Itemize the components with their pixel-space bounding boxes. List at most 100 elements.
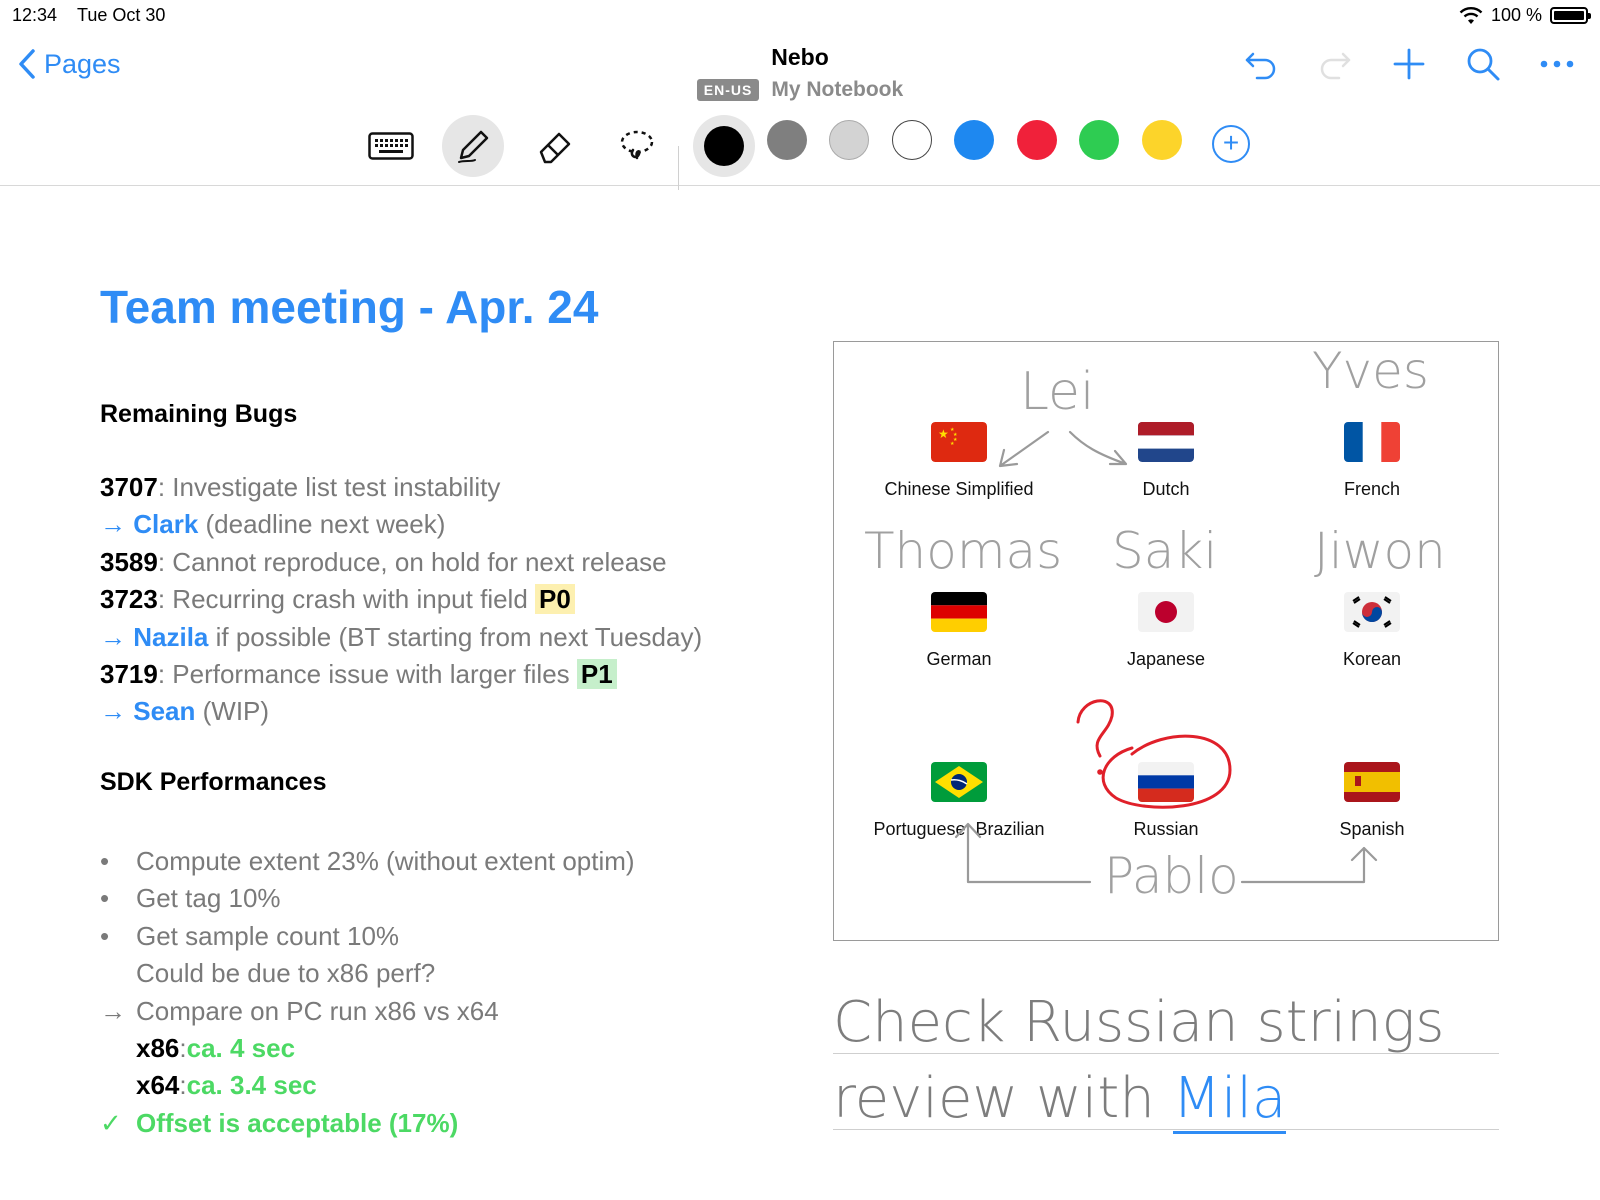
status-bar: 12:34 Tue Oct 30 100 % (0, 0, 1600, 30)
undo-button[interactable] (1238, 44, 1284, 84)
pen-icon (458, 130, 489, 163)
language-label: Russian (1133, 819, 1199, 839)
color-swatch[interactable] (766, 120, 807, 160)
assignee-text: if possible (BT starting from next Tuesd… (208, 621, 703, 652)
bullet: • (100, 883, 110, 914)
result-text: Offset is acceptable (17%) (136, 1107, 459, 1138)
korea-flag-icon (1344, 592, 1400, 632)
x64-value: ca. 3.4 sec (186, 1070, 317, 1101)
assignee-name: Nazila (133, 621, 209, 652)
list-item[interactable]: x86: ca. 4 sec (100, 1030, 635, 1067)
language-item: Korean (1262, 592, 1482, 670)
add-color-button[interactable]: + (1212, 125, 1250, 163)
nav-actions (1238, 44, 1580, 84)
more-button[interactable] (1534, 44, 1580, 84)
handwritten-name: Jiwon (1314, 522, 1446, 580)
assignee-name: Sean (133, 696, 196, 727)
svg-text:★: ★ (950, 441, 955, 447)
arrow-icon: → (100, 621, 126, 652)
language-label: Portuguese, Brazilian (873, 819, 1045, 839)
language-item: ★ ★ ★ ★ ★ Chinese Simplified (849, 422, 1069, 500)
list-item[interactable]: • Get sample count 10% (100, 918, 635, 955)
bug-line[interactable]: 3723: Recurring crash with input field P… (100, 581, 702, 618)
handwritten-name: Saki (1112, 522, 1218, 580)
eraser-tool[interactable] (524, 115, 586, 177)
wifi-icon (1459, 6, 1483, 24)
handwritten-name: Lei (1020, 362, 1095, 422)
keyboard-icon (368, 132, 414, 160)
language-item: Russian (1056, 762, 1276, 840)
arrow-icon: → (100, 696, 126, 727)
search-button[interactable] (1460, 44, 1506, 84)
china-flag-icon: ★ ★★★★ (931, 422, 987, 462)
color-swatch[interactable] (1016, 120, 1057, 160)
language-item: Japanese (1056, 592, 1276, 670)
list-item-text: Get sample count 10% (136, 920, 400, 951)
color-swatch[interactable] (693, 115, 755, 177)
color-swatch[interactable] (1079, 120, 1119, 160)
list-item[interactable]: Could be due to x86 perf? (100, 955, 635, 992)
handwritten-line-1: Check Russian strings (833, 990, 1445, 1055)
keyboard-tool[interactable] (360, 115, 422, 177)
status-date: Tue Oct 30 (77, 5, 166, 25)
redo-icon (1320, 52, 1351, 80)
sdk-list: • Compute extent 23% (without extent opti… (100, 843, 635, 1142)
check-icon: ✓ (100, 1107, 122, 1138)
note-text: Could be due to x86 perf? (136, 958, 436, 989)
search-icon (1467, 48, 1500, 81)
bug-text: : Performance issue with larger files (157, 659, 577, 690)
color-swatch[interactable] (829, 120, 869, 160)
list-item[interactable]: → Compare on PC run x86 vs x64 (100, 993, 635, 1030)
assignee-line[interactable]: → Clark (deadline next week) (100, 506, 702, 543)
bug-line[interactable]: 3589: Cannot reproduce, on hold for next… (100, 544, 702, 581)
language-label: Japanese (1126, 649, 1206, 669)
bug-line[interactable]: 3707: Investigate list test instability (100, 469, 702, 506)
bullet: • (100, 846, 110, 876)
handwritten-note[interactable]: Check Russian strings review with Mila (833, 990, 1499, 1160)
language-badge[interactable]: EN-US (696, 79, 760, 101)
bugs-heading[interactable]: Remaining Bugs (100, 400, 297, 429)
language-label: Korean (1342, 649, 1402, 669)
svg-text:★: ★ (938, 427, 949, 441)
bug-number: 3589 (100, 546, 158, 577)
handwritten-name: Pablo (1104, 847, 1239, 905)
language-diagram[interactable]: ★ ★ ★ ★ ★ Chinese Simplified Dutch French G… (833, 341, 1499, 941)
battery-percent: 100 % (1490, 5, 1542, 25)
bug-number: 3723 (100, 584, 158, 615)
list-item[interactable]: ✓ Offset is acceptable (17%) (100, 1105, 635, 1142)
color-swatch[interactable] (954, 120, 994, 160)
netherlands-flag-icon (1138, 422, 1194, 462)
list-item[interactable]: • Get tag 10% (100, 880, 635, 917)
list-item[interactable]: x64: ca. 3.4 sec (100, 1067, 635, 1104)
assignee-line[interactable]: → Nazila if possible (BT starting from n… (100, 619, 702, 656)
assignee-text: (deadline next week) (198, 509, 446, 540)
battery-icon (1550, 7, 1591, 24)
eraser-icon (539, 132, 571, 164)
add-page-button[interactable] (1386, 44, 1432, 84)
pen-tool[interactable] (442, 115, 504, 177)
bug-text: : Investigate list test instability (157, 472, 501, 502)
redo-button[interactable] (1312, 44, 1358, 84)
undo-icon (1245, 52, 1276, 80)
page-title[interactable]: Team meeting - Apr. 24 (100, 280, 598, 334)
color-swatch[interactable] (891, 120, 932, 160)
assignee-line[interactable]: → Sean (WIP) (100, 693, 702, 730)
handwritten-prefix: review with (833, 1066, 1155, 1131)
bug-text: : Cannot reproduce, on hold for next rel… (157, 546, 667, 577)
language-item: French (1262, 422, 1482, 500)
list-item-text: Compute extent 23% (without extent optim… (136, 846, 635, 876)
bugs-list: 3707: Investigate list test instability … (100, 469, 702, 731)
assignee-name: Clark (133, 509, 199, 540)
status-time: 12:34 (12, 5, 58, 25)
color-swatch[interactable] (1141, 120, 1182, 160)
bug-line[interactable]: 3719: Performance issue with larger file… (100, 656, 702, 693)
assignee-text: (WIP) (195, 696, 270, 727)
handwritten-name: Thomas (864, 522, 1063, 580)
bug-number: 3719 (100, 659, 158, 690)
sdk-heading[interactable]: SDK Performances (100, 768, 326, 797)
list-item[interactable]: • Compute extent 23% (without extent opti… (100, 843, 635, 880)
lasso-tool[interactable] (606, 115, 668, 177)
bug-text: : Recurring crash with input field (157, 584, 536, 615)
language-label: German (926, 649, 992, 669)
notebook-name[interactable]: My Notebook (771, 78, 903, 102)
